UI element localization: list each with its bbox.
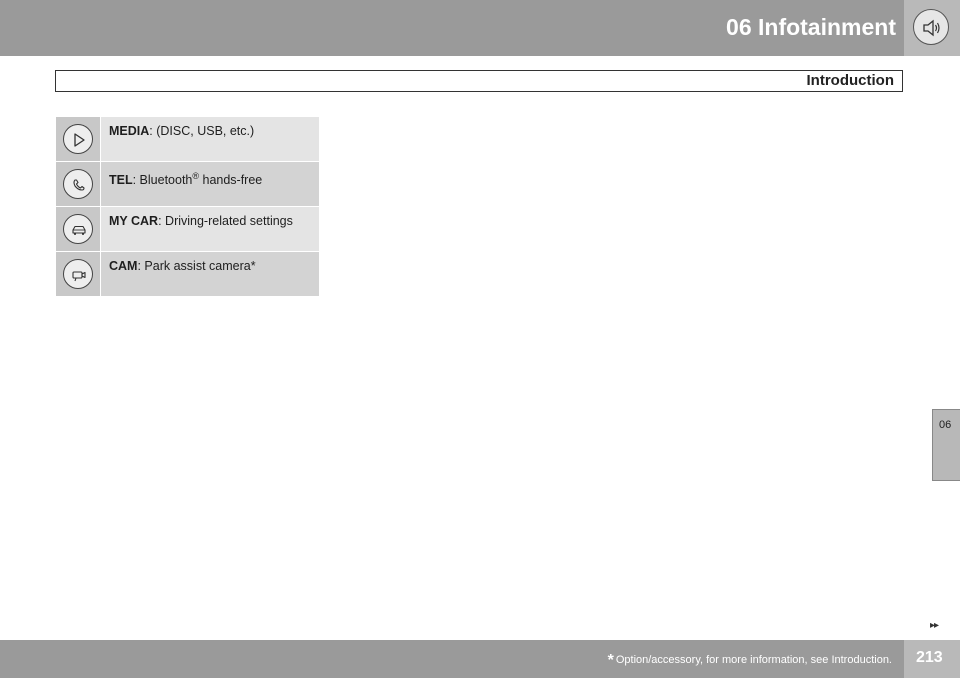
speaker-icon bbox=[913, 9, 949, 45]
icon-cell bbox=[56, 207, 100, 251]
page-header: 06 Infotainment bbox=[0, 0, 960, 56]
speaker-tab bbox=[904, 0, 960, 56]
footnote-star: * bbox=[607, 652, 614, 669]
next-page-arrows-icon[interactable]: ▸▸ bbox=[930, 620, 939, 631]
phone-icon bbox=[63, 169, 93, 199]
camera-icon bbox=[63, 259, 93, 289]
icon-cell bbox=[56, 252, 100, 296]
page-number-box: 213 bbox=[904, 640, 960, 678]
menu-label: MY CAR bbox=[109, 214, 159, 228]
section-title: Introduction bbox=[806, 72, 894, 89]
page-footer: * Option/accessory, for more information,… bbox=[0, 640, 960, 678]
chapter-side-tab[interactable]: 06 bbox=[932, 409, 960, 481]
menu-label: TEL bbox=[109, 173, 133, 188]
play-icon bbox=[63, 124, 93, 154]
footnote-text: Option/accessory, for more information, … bbox=[615, 654, 892, 666]
footnote: * Option/accessory, for more information,… bbox=[608, 652, 892, 670]
menu-row-cam: CAM: Park assist camera* bbox=[56, 252, 319, 296]
menu-text-cam: CAM: Park assist camera* bbox=[101, 252, 319, 296]
menu-description: : (DISC, USB, etc.) bbox=[149, 124, 255, 138]
source-menu-table: MEDIA: (DISC, USB, etc.) TEL: Bluetooth®… bbox=[56, 117, 319, 297]
icon-cell bbox=[56, 162, 100, 206]
menu-row-media: MEDIA: (DISC, USB, etc.) bbox=[56, 117, 319, 161]
car-icon bbox=[63, 214, 93, 244]
menu-description: : Park assist camera* bbox=[137, 259, 256, 273]
menu-label: CAM bbox=[109, 259, 138, 273]
section-header: Introduction bbox=[55, 70, 903, 92]
menu-description: : Bluetooth bbox=[132, 173, 193, 188]
menu-label: MEDIA bbox=[109, 124, 150, 138]
side-tab-label: 06 bbox=[939, 419, 952, 431]
menu-row-my-car: MY CAR: Driving-related settings bbox=[56, 207, 319, 251]
menu-description: : Driving-related settings bbox=[158, 214, 293, 228]
menu-description-end: hands-free bbox=[199, 173, 263, 188]
chapter-title: 06 Infotainment bbox=[726, 14, 896, 40]
menu-text-tel: TEL: Bluetooth® hands-free bbox=[101, 162, 319, 206]
menu-text-my-car: MY CAR: Driving-related settings bbox=[101, 207, 319, 251]
page-number: 213 bbox=[916, 649, 943, 666]
menu-text-media: MEDIA: (DISC, USB, etc.) bbox=[101, 117, 319, 161]
menu-row-tel: TEL: Bluetooth® hands-free bbox=[56, 162, 319, 206]
icon-cell bbox=[56, 117, 100, 161]
